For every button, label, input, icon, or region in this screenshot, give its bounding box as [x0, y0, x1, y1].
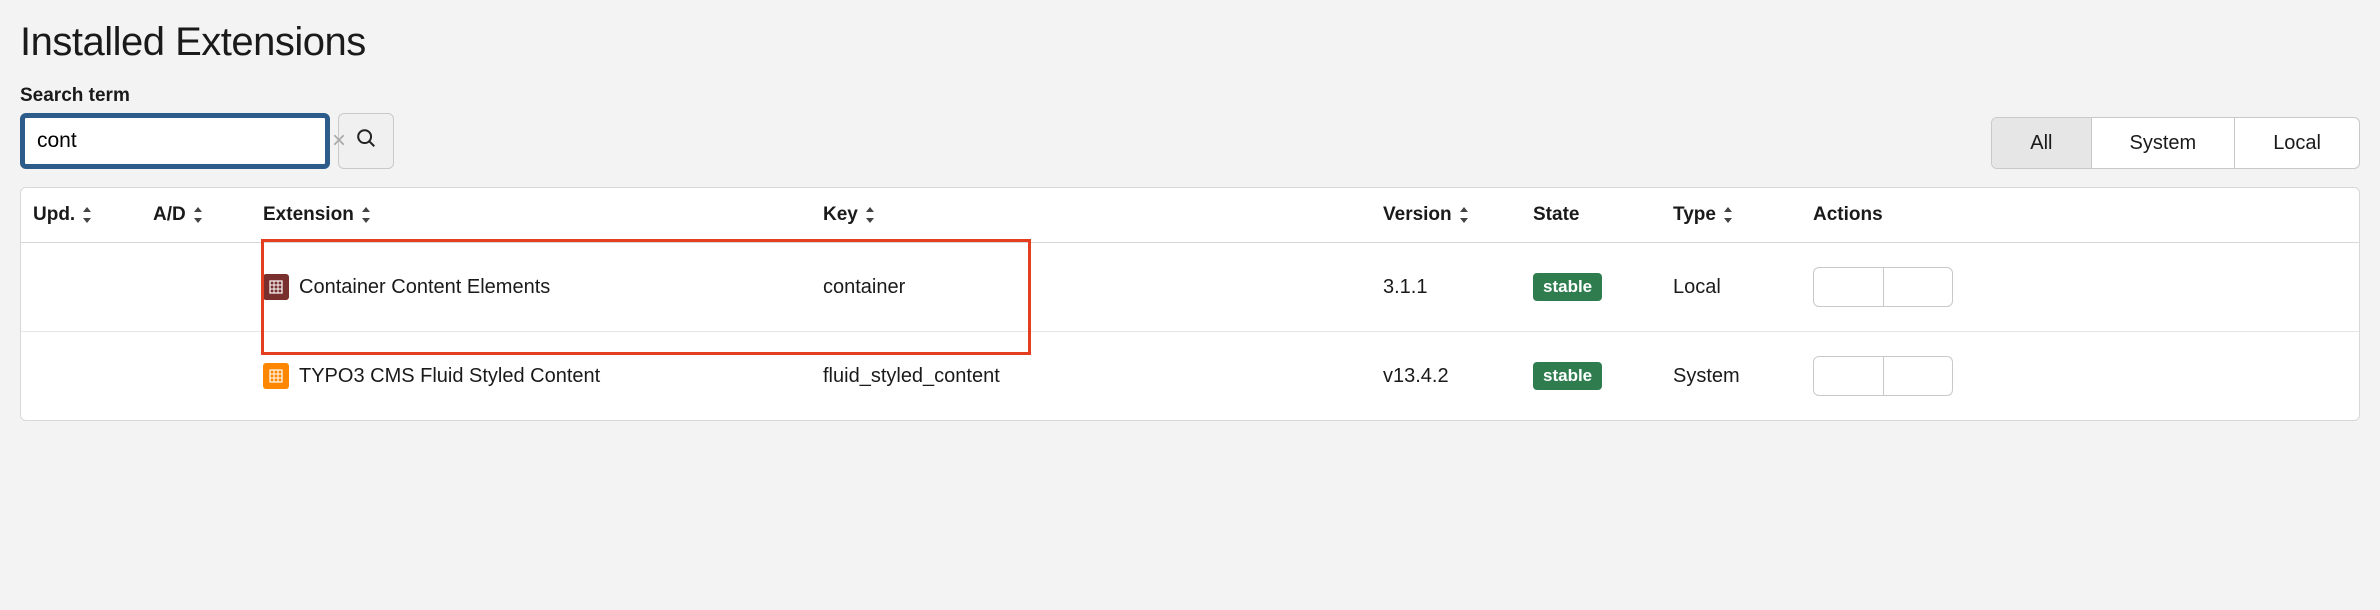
- cell-ad: [141, 263, 251, 311]
- extension-table: Upd. A/D Extension Key Version: [20, 187, 2360, 421]
- sort-icon: [864, 206, 876, 224]
- sort-icon: [192, 206, 204, 224]
- column-version-label: Version: [1383, 204, 1452, 226]
- table-row: Container Content Elements container 3.1…: [21, 243, 2359, 332]
- action-button-group: [1813, 267, 1953, 307]
- action-button-2[interactable]: [1884, 268, 1953, 306]
- cell-version: 3.1.1: [1371, 252, 1521, 323]
- column-extension[interactable]: Extension: [251, 188, 811, 242]
- column-key-label: Key: [823, 204, 858, 226]
- column-type-label: Type: [1673, 204, 1716, 226]
- column-version[interactable]: Version: [1371, 188, 1521, 242]
- cell-type: Local: [1661, 252, 1801, 323]
- cell-extension: TYPO3 CMS Fluid Styled Content: [251, 339, 811, 413]
- cell-ad: [141, 352, 251, 400]
- toolbar: Search term × All System Local: [20, 85, 2360, 169]
- state-badge: stable: [1533, 273, 1602, 301]
- action-button-1[interactable]: [1814, 268, 1884, 306]
- action-button-1[interactable]: [1814, 357, 1884, 395]
- sort-icon: [360, 206, 372, 224]
- search-label: Search term: [20, 85, 394, 107]
- cell-actions: [1801, 332, 2359, 420]
- column-upd-label: Upd.: [33, 204, 75, 226]
- cell-type: System: [1661, 341, 1801, 412]
- column-ad-label: A/D: [153, 204, 186, 226]
- sort-icon: [1458, 206, 1470, 224]
- column-upd[interactable]: Upd.: [21, 188, 141, 242]
- action-button-2[interactable]: [1884, 357, 1953, 395]
- cell-extension: Container Content Elements: [251, 250, 811, 324]
- column-state-label: State: [1533, 204, 1579, 226]
- search-input[interactable]: [25, 125, 318, 157]
- column-type[interactable]: Type: [1661, 188, 1801, 242]
- extension-name: TYPO3 CMS Fluid Styled Content: [299, 365, 600, 388]
- filter-tab-local[interactable]: Local: [2235, 118, 2359, 168]
- filter-tab-system[interactable]: System: [2092, 118, 2236, 168]
- cell-upd: [21, 352, 141, 400]
- filter-tab-all[interactable]: All: [1992, 118, 2091, 168]
- extension-icon: [263, 363, 289, 389]
- sort-icon: [81, 206, 93, 224]
- state-badge: stable: [1533, 362, 1602, 390]
- search-field-wrapper: ×: [20, 113, 330, 169]
- cell-state: stable: [1521, 249, 1661, 325]
- page-title: Installed Extensions: [20, 20, 2360, 65]
- column-extension-label: Extension: [263, 204, 354, 226]
- action-button-group: [1813, 356, 1953, 396]
- column-key[interactable]: Key: [811, 188, 1371, 242]
- extension-icon: [263, 274, 289, 300]
- extension-name: Container Content Elements: [299, 276, 550, 299]
- search-block: Search term ×: [20, 85, 394, 169]
- cell-key: container: [811, 252, 1371, 323]
- cell-actions: [1801, 243, 2359, 331]
- filter-tabs: All System Local: [1991, 117, 2360, 169]
- cell-upd: [21, 263, 141, 311]
- cell-state: stable: [1521, 338, 1661, 414]
- clear-icon[interactable]: ×: [318, 129, 360, 153]
- column-actions: Actions: [1801, 188, 2359, 242]
- sort-icon: [1722, 206, 1734, 224]
- cell-version: v13.4.2: [1371, 341, 1521, 412]
- column-actions-label: Actions: [1813, 204, 1883, 226]
- column-ad[interactable]: A/D: [141, 188, 251, 242]
- table-header: Upd. A/D Extension Key Version: [21, 188, 2359, 243]
- cell-key: fluid_styled_content: [811, 341, 1371, 412]
- table-row: TYPO3 CMS Fluid Styled Content fluid_sty…: [21, 332, 2359, 420]
- column-state[interactable]: State: [1521, 188, 1661, 242]
